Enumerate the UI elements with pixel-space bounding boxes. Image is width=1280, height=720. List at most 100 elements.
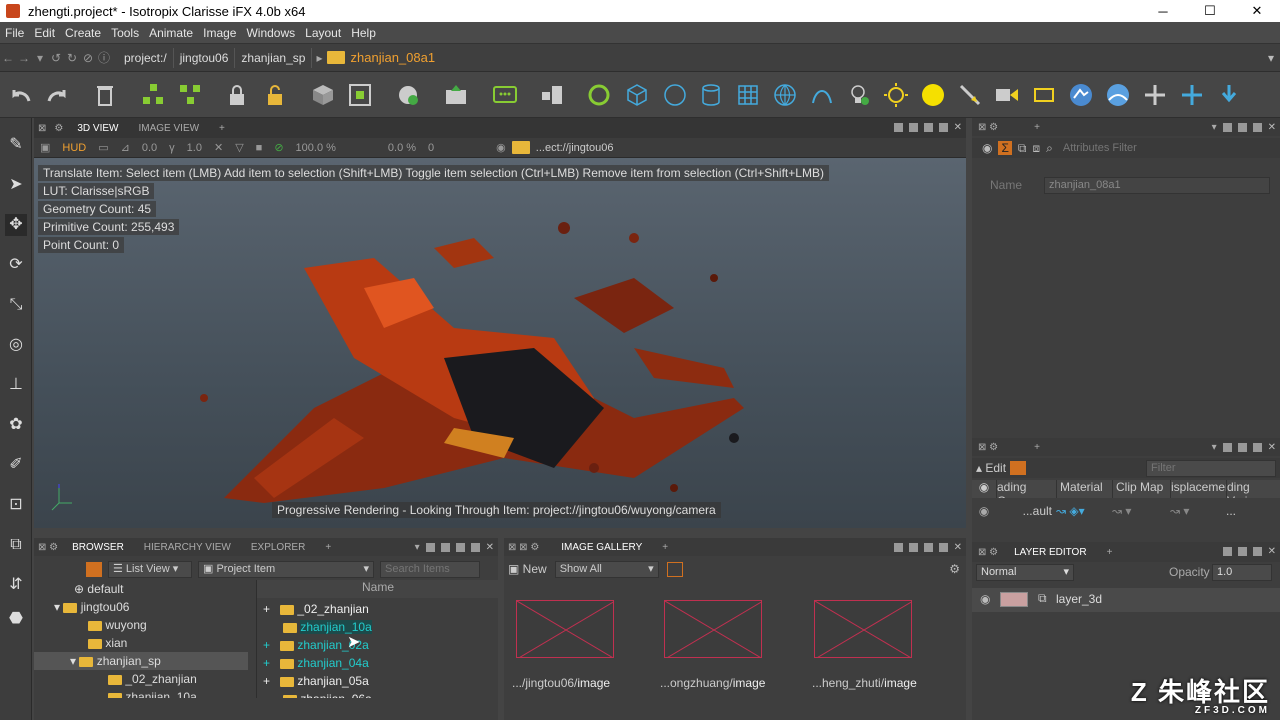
- undo-icon[interactable]: [6, 80, 36, 110]
- light-bulb-icon[interactable]: [844, 80, 874, 110]
- attr-paste-icon[interactable]: ⧈: [1032, 141, 1040, 156]
- panel-settings-icon[interactable]: ⚙: [50, 123, 67, 134]
- sphere-icon[interactable]: [660, 80, 690, 110]
- script-console-icon[interactable]: [490, 80, 520, 110]
- directional-light-icon[interactable]: [992, 80, 1022, 110]
- material-ball-icon[interactable]: ⬣: [5, 608, 27, 630]
- export-folder-icon[interactable]: [442, 80, 472, 110]
- redo-icon[interactable]: [42, 80, 72, 110]
- browser-lock-icon[interactable]: ⊠ ⚙: [34, 542, 62, 553]
- search-items-input[interactable]: [380, 560, 480, 578]
- globe-icon[interactable]: [770, 80, 800, 110]
- layer-lock-icon[interactable]: ⊠ ⚙: [972, 547, 1004, 558]
- filter-icon[interactable]: ▽: [229, 141, 249, 154]
- crumb-jingtou06[interactable]: jingtou06: [174, 47, 236, 68]
- path-dropdown-icon[interactable]: ▾: [1268, 51, 1274, 65]
- list-item[interactable]: + zhanjian_04a: [263, 654, 369, 672]
- row-material-icon[interactable]: ↝ ◈▾: [1056, 504, 1112, 518]
- gallery-image-icon[interactable]: [666, 561, 683, 577]
- show-filter-select[interactable]: Show All ▾: [554, 560, 659, 578]
- layer-eye-icon[interactable]: ◉: [980, 592, 990, 606]
- add-tab-icon[interactable]: +: [209, 123, 235, 134]
- camera-icon[interactable]: ■: [250, 142, 269, 154]
- gallery-settings-icon[interactable]: ⚙: [949, 562, 960, 576]
- value-b-field[interactable]: 1.0: [181, 142, 208, 154]
- list-header-name[interactable]: Name: [257, 580, 498, 598]
- sun-light-icon[interactable]: [881, 80, 911, 110]
- tab-explorer[interactable]: EXPLORER: [241, 542, 315, 553]
- col-shading-group[interactable]: ading Grou: [996, 480, 1056, 498]
- minimize-button[interactable]: ─: [1140, 0, 1186, 22]
- tab-image-view[interactable]: IMAGE VIEW: [128, 123, 209, 134]
- save-icon[interactable]: ▣: [34, 141, 56, 154]
- snap-tool-icon[interactable]: ⧉: [5, 534, 27, 556]
- display-icon[interactable]: ▭: [92, 141, 114, 154]
- download-icon[interactable]: [1214, 80, 1244, 110]
- tree-item-selected[interactable]: ▾ zhanjian_sp: [34, 652, 248, 670]
- tree-item[interactable]: wuyong: [88, 616, 147, 634]
- tree-item[interactable]: ▾ jingtou06: [54, 598, 129, 616]
- col-material[interactable]: Material: [1056, 480, 1112, 498]
- shading-lock-icon[interactable]: ⊠ ⚙: [972, 442, 1004, 453]
- layer-close-icon[interactable]: ✕: [1268, 546, 1276, 557]
- new-image-button[interactable]: ▣ New: [508, 562, 547, 576]
- menu-edit[interactable]: Edit: [29, 26, 60, 40]
- stamp-tool-icon[interactable]: ⊥: [5, 374, 27, 396]
- layer-name[interactable]: layer_3d: [1056, 592, 1102, 606]
- box-icon[interactable]: [622, 80, 652, 110]
- tab-hierarchy-view[interactable]: HIERARCHY VIEW: [134, 542, 241, 553]
- tab-layer-editor[interactable]: LAYER EDITOR: [1004, 547, 1096, 558]
- attr-eye-icon[interactable]: ◉: [982, 141, 992, 155]
- row-displacement[interactable]: ↝ ▾: [1170, 504, 1226, 518]
- menu-file[interactable]: File: [0, 26, 29, 40]
- 3d-viewport[interactable]: [34, 158, 966, 528]
- shading-row[interactable]: ◉ ...ault ↝ ◈▾ ↝ ▾ ↝ ▾ ...: [972, 502, 1280, 520]
- delete-icon[interactable]: [90, 80, 120, 110]
- ibl-icon[interactable]: [1066, 80, 1096, 110]
- percent-field[interactable]: 0.0 %: [382, 142, 422, 154]
- frame-field[interactable]: 0: [422, 142, 440, 154]
- list-item[interactable]: zhanjian_06a: [283, 690, 372, 698]
- opacity-field[interactable]: 1.0: [1212, 564, 1272, 581]
- menu-help[interactable]: Help: [346, 26, 381, 40]
- pivot-tool-icon[interactable]: ◎: [5, 334, 27, 356]
- attr-add-tab-icon[interactable]: +: [1004, 122, 1070, 133]
- shading-add-tab-icon[interactable]: +: [1004, 442, 1070, 453]
- layer-add-tab-icon[interactable]: +: [1097, 547, 1123, 558]
- view-mode-select[interactable]: ☰ List View ▾: [108, 560, 192, 578]
- menu-layout[interactable]: Layout: [300, 26, 346, 40]
- grid-icon[interactable]: [733, 80, 763, 110]
- layer-row[interactable]: ◉ ⧉ layer_3d: [972, 588, 1280, 612]
- back-arrow-icon[interactable]: ←: [0, 51, 16, 65]
- browser-add-tab-icon[interactable]: +: [315, 542, 341, 553]
- gallery-thumbnail[interactable]: [664, 600, 762, 658]
- ungroup-icon[interactable]: [175, 80, 205, 110]
- menu-image[interactable]: Image: [198, 26, 241, 40]
- info-icon[interactable]: ⓘ: [96, 49, 112, 66]
- rotate-tool-icon[interactable]: ⟳: [5, 254, 27, 276]
- wireframe-icon[interactable]: ⊿: [115, 141, 136, 154]
- camera-path-field[interactable]: ...ect://jingtou06: [530, 142, 620, 154]
- select-tool-icon[interactable]: ➤: [5, 174, 27, 196]
- tree-item[interactable]: xian: [88, 634, 127, 652]
- menu-windows[interactable]: Windows: [241, 26, 300, 40]
- group-icon[interactable]: [138, 80, 168, 110]
- attr-close-icon[interactable]: ✕: [1268, 122, 1276, 133]
- eye-icon[interactable]: ◉: [490, 141, 512, 154]
- undo-small-icon[interactable]: ↺: [48, 51, 64, 65]
- tab-3d-view[interactable]: 3D VIEW: [67, 123, 128, 134]
- name-field[interactable]: zhanjian_08a1: [1044, 177, 1270, 194]
- menu-tools[interactable]: Tools: [106, 26, 144, 40]
- scale-tool-icon[interactable]: ⤡: [5, 294, 27, 316]
- close-button[interactable]: ✕: [1234, 0, 1280, 22]
- paint-tool-icon[interactable]: ✿: [5, 414, 27, 436]
- row-eye-icon[interactable]: ◉: [972, 504, 996, 518]
- add-item-icon[interactable]: [1177, 80, 1207, 110]
- tree-item[interactable]: zhanjian_10a: [108, 688, 197, 698]
- col-shading-variable[interactable]: ding Varia: [1226, 480, 1280, 498]
- forward-arrow-icon[interactable]: →: [16, 51, 32, 65]
- viewport-close-icon[interactable]: ✕: [954, 122, 962, 133]
- point-light-icon[interactable]: [918, 80, 948, 110]
- context-icon[interactable]: [308, 80, 338, 110]
- stop-icon[interactable]: ⊘: [80, 51, 96, 65]
